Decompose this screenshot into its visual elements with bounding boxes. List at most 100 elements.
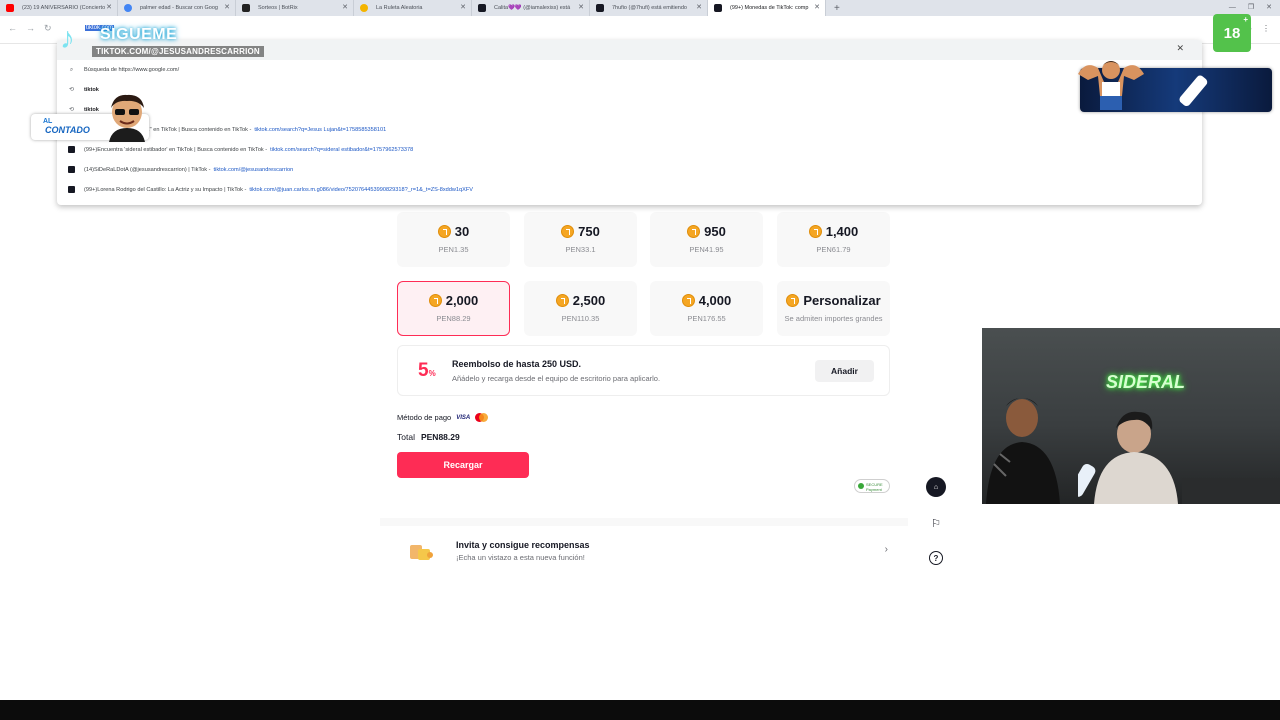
coin-amount: 750 xyxy=(578,224,600,239)
recharge-button[interactable]: Recargar xyxy=(397,452,529,478)
botrix-icon xyxy=(242,4,250,12)
coin-price: PEN110.35 xyxy=(561,314,600,323)
bodybuilder-figure-icon xyxy=(1078,61,1144,110)
coin-price: PEN88.29 xyxy=(436,314,471,323)
neon-sign: SIDERAL xyxy=(1106,372,1186,392)
coin-package-card[interactable]: 30 PEN1.35 xyxy=(397,212,510,267)
close-tab-icon[interactable]: ✕ xyxy=(696,0,702,16)
bookmark-icon[interactable]: ⚐ xyxy=(926,513,946,533)
close-tab-icon[interactable]: ✕ xyxy=(342,0,348,16)
suggestion-text: (99+)Lorena Rodrigo del Castillo: La Act… xyxy=(84,187,247,193)
coin-price: PEN33.1 xyxy=(565,245,596,254)
close-tab-icon[interactable]: ✕ xyxy=(224,0,230,16)
rebate-percent-sign: % xyxy=(428,369,436,378)
invite-title: Invita y consigue recompensas xyxy=(456,540,590,550)
rebate-description: Añádelo y recarga desde el equipo de esc… xyxy=(452,374,661,383)
coin-package-card[interactable]: Personalizar Se admiten importes grandes xyxy=(777,281,890,336)
close-tab-icon[interactable]: ✕ xyxy=(578,0,584,16)
browser-tab[interactable]: (23) 19 ANIVERSARIO (Concierto ✕ xyxy=(0,0,118,16)
tab-label: palmer edad - Buscar con Goog xyxy=(140,5,218,11)
suggestion-row[interactable]: ⟲ tiktok xyxy=(67,83,99,97)
close-icon[interactable]: ✕ xyxy=(1176,43,1184,54)
new-tab-button[interactable]: + xyxy=(834,3,840,14)
payment-method-row[interactable]: Método de pago VISA xyxy=(397,413,489,422)
browser-tab[interactable]: palmer edad - Buscar con Goog ✕ xyxy=(118,0,236,16)
coin-amount-line: 2,500 xyxy=(525,293,636,308)
coin-icon xyxy=(561,225,575,238)
coin-icon xyxy=(681,294,695,307)
forward-icon[interactable]: → xyxy=(26,23,35,33)
add-rebate-button[interactable]: Añadir xyxy=(815,360,874,382)
rebate-banner: 5% Reembolso de hasta 250 USD. Añádelo y… xyxy=(397,345,890,396)
payment-method-label: Método de pago xyxy=(397,413,452,422)
coin-package-card[interactable]: 2,000 PEN88.29 xyxy=(397,281,510,336)
coin-price: PEN61.79 xyxy=(816,245,851,254)
coin-amount: 1,400 xyxy=(825,224,859,239)
coin-amount-line: 4,000 xyxy=(651,293,762,308)
coin-amount: 30 xyxy=(454,224,470,239)
follow-handle: TIKTOK.COM/@JESUSANDRESCARRION xyxy=(92,46,264,57)
visa-icon: VISA xyxy=(456,414,471,421)
tab-label: (99+) Monedas de TikTok: comp xyxy=(730,5,809,11)
back-icon[interactable]: ← xyxy=(8,23,17,33)
coin-amount-line: 1,400 xyxy=(778,224,889,239)
suggestion-text: Búsqueda de https://www.google.com/ xyxy=(84,67,180,73)
coin-package-card[interactable]: 750 PEN33.1 xyxy=(524,212,637,267)
coin-amount: 4,000 xyxy=(698,293,732,308)
coin-package-card[interactable]: 4,000 PEN176.55 xyxy=(650,281,763,336)
browser-tab[interactable]: Sorteos | BotRix ✕ xyxy=(236,0,354,16)
suggestion-text: tiktok xyxy=(84,107,99,113)
shaker-icon xyxy=(1179,75,1208,107)
coin-package-card[interactable]: 950 PEN41.95 xyxy=(650,212,763,267)
tiktok-icon xyxy=(68,166,75,174)
bottom-black-bar xyxy=(0,700,1280,720)
invite-rewards-card[interactable]: Invita y consigue recompensas ¡Echa un v… xyxy=(380,526,908,576)
tiktok-icon xyxy=(68,186,75,194)
screen: (23) 19 ANIVERSARIO (Concierto ✕ palmer … xyxy=(0,0,1280,720)
secure-payment-badge: SECURE Payment xyxy=(854,479,890,493)
close-tab-icon[interactable]: ✕ xyxy=(106,0,112,16)
coin-price: PEN41.95 xyxy=(689,245,724,254)
browser-tab-strip: (23) 19 ANIVERSARIO (Concierto ✕ palmer … xyxy=(0,0,1280,16)
help-icon-wrapper[interactable]: ? xyxy=(926,548,946,568)
rebate-title: Reembolso de hasta 250 USD. xyxy=(452,359,582,369)
get-app-icon[interactable]: ⌂ xyxy=(926,477,946,497)
tab-label: Sorteos | BotRix xyxy=(258,5,298,11)
rebate-percent: 5% xyxy=(418,360,436,382)
help-icon: ? xyxy=(929,551,943,565)
suggestion-row[interactable]: (99+)Lorena Rodrigo del Castillo: La Act… xyxy=(67,183,473,197)
suggestion-url: tiktok.com/@juan.carlos.m.g086/video/752… xyxy=(249,187,474,193)
section-divider xyxy=(380,518,908,526)
close-window-icon[interactable]: ✕ xyxy=(1266,0,1272,16)
tiktok-icon xyxy=(714,4,722,12)
browser-tab[interactable]: La Ruleta Aleatoria ✕ xyxy=(354,0,472,16)
close-tab-icon[interactable]: ✕ xyxy=(814,0,820,16)
coin-price: PEN1.35 xyxy=(438,245,469,254)
browser-tab[interactable]: Calita💜💜 (@iamalexiss) está ✕ xyxy=(472,0,590,16)
coin-amount: 2,000 xyxy=(445,293,479,308)
coin-package-card[interactable]: 1,400 PEN61.79 xyxy=(777,212,890,267)
cartoon-avatar-icon xyxy=(109,94,145,142)
reload-icon[interactable]: ↻ xyxy=(44,23,52,34)
menu-icon[interactable]: ⋮ xyxy=(1262,24,1270,33)
suggestion-text: (99+)Encuentra 'sideral estibador' en Ti… xyxy=(84,147,268,153)
tab-label: (23) 19 ANIVERSARIO (Concierto xyxy=(22,5,106,11)
coin-icon xyxy=(786,294,800,307)
tiktok-icon xyxy=(596,4,604,12)
tab-label: La Ruleta Aleatoria xyxy=(376,5,423,11)
search-icon: ⌕ xyxy=(69,67,74,73)
coin-price: PEN176.55 xyxy=(687,314,726,323)
browser-tab[interactable]: 7hufio (@7hufi) está emitiendo ✕ xyxy=(590,0,708,16)
suggestion-row[interactable]: (99+)Encuentra 'sideral estibador' en Ti… xyxy=(67,143,413,157)
plus-icon: + xyxy=(1243,15,1248,24)
invite-subtitle: ¡Echa un vistazo a esta nueva función! xyxy=(456,553,585,562)
suggestion-row[interactable]: ⌕ Búsqueda de https://www.google.com/ xyxy=(67,63,179,77)
coin-amount-line: 30 xyxy=(398,224,509,239)
suggestion-row[interactable]: ..." en TikTok | Busca contenido en TikT… xyxy=(145,123,386,137)
suggestion-row[interactable]: (14)SiDeRaLDotA (@jesusandrescarrion) | … xyxy=(67,163,293,177)
total-label: Total xyxy=(397,432,415,442)
close-tab-icon[interactable]: ✕ xyxy=(460,0,466,16)
coin-package-card[interactable]: 2,500 PEN110.35 xyxy=(524,281,637,336)
coin-amount-line: 750 xyxy=(525,224,636,239)
browser-tab-active[interactable]: (99+) Monedas de TikTok: comp ✕ xyxy=(708,0,826,16)
